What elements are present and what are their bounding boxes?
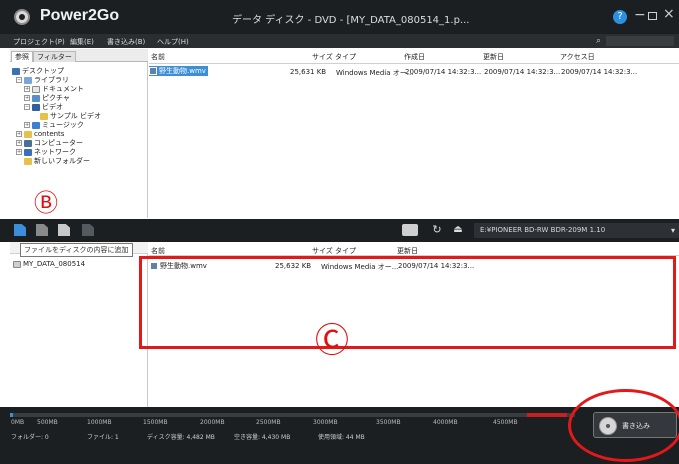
tree-node-music[interactable]: + ミュージック bbox=[24, 121, 84, 130]
tree-node-network[interactable]: + ネットワーク bbox=[16, 148, 76, 157]
add-to-disc-icon[interactable] bbox=[58, 224, 70, 236]
file-list-pane: 名前 サイズ タイプ 作成日 更新日 アクセス日 野生動物.wmv 25,631… bbox=[149, 49, 679, 218]
videos-icon bbox=[32, 103, 40, 111]
tree-node-new-folder[interactable]: 新しいフォルダー bbox=[24, 157, 90, 166]
disc-tree-pane: ファイルをディスクの内容に追加 MY_DATA_080514 bbox=[10, 242, 148, 407]
search-icon[interactable]: ⌕ bbox=[596, 36, 601, 46]
header-divider bbox=[149, 63, 679, 64]
tree-tabs: 参照 フィルター bbox=[10, 49, 148, 62]
collapse-icon[interactable]: − bbox=[16, 77, 22, 83]
annotation-c-label: Ⓒ bbox=[315, 321, 349, 361]
scale-label: 4500MB bbox=[493, 419, 518, 426]
disc-capacity: ディスク容量: 4,482 MB bbox=[147, 434, 215, 441]
column-header-created[interactable]: 作成日 bbox=[404, 52, 425, 62]
chevron-down-icon: ▾ bbox=[670, 226, 675, 235]
scale-label: 1000MB bbox=[87, 419, 112, 426]
search-input[interactable] bbox=[606, 36, 674, 46]
help-icon[interactable]: ? bbox=[613, 10, 627, 24]
expand-icon[interactable]: + bbox=[24, 86, 30, 92]
file-name-cell[interactable]: 野生動物.wmv bbox=[149, 66, 208, 76]
network-icon bbox=[24, 148, 32, 156]
menu-edit[interactable]: 編集(E) bbox=[70, 37, 94, 47]
tree-node-contents[interactable]: + contents bbox=[16, 130, 64, 139]
scale-label: 0MB bbox=[11, 419, 25, 426]
used-capacity: 使用領域: 44 MB bbox=[318, 434, 365, 441]
free-capacity: 空き容量: 4,430 MB bbox=[234, 434, 291, 441]
burn-button-highlight bbox=[568, 389, 679, 462]
library-icon bbox=[24, 76, 32, 84]
scale-label: 500MB bbox=[37, 419, 58, 426]
disc-volume-node[interactable]: MY_DATA_080514 bbox=[13, 260, 85, 269]
column-header-type[interactable]: タイプ bbox=[335, 52, 356, 62]
folder-count: フォルダー: 0 bbox=[11, 434, 49, 441]
expand-icon[interactable]: + bbox=[16, 131, 22, 137]
disc-options-icon[interactable] bbox=[402, 224, 418, 236]
maximize-icon[interactable] bbox=[648, 12, 657, 20]
pictures-icon bbox=[32, 94, 40, 102]
file-created-cell: 2009/07/14 14:32:3... bbox=[405, 68, 482, 76]
collapse-icon[interactable]: − bbox=[24, 104, 30, 110]
menu-burn[interactable]: 書き込み(B) bbox=[107, 37, 145, 47]
column-header-modified[interactable]: 更新日 bbox=[483, 52, 504, 62]
folder-icon bbox=[24, 157, 32, 165]
scale-label: 3500MB bbox=[376, 419, 401, 426]
add-folder-icon[interactable] bbox=[36, 224, 48, 236]
file-accessed-cell: 2009/07/14 14:32:3... bbox=[561, 68, 638, 76]
capacity-bar bbox=[10, 413, 575, 417]
tree-node-videos[interactable]: − ビデオ bbox=[24, 103, 63, 112]
tree-node-computer[interactable]: + コンピューター bbox=[16, 139, 83, 148]
add-file-tooltip: ファイルをディスクの内容に追加 bbox=[20, 243, 133, 257]
tree-node-library[interactable]: − ライブラリ bbox=[16, 76, 69, 85]
tree-node-desktop[interactable]: デスクトップ bbox=[12, 67, 64, 76]
folder-icon bbox=[40, 112, 48, 120]
tree-node-pictures[interactable]: + ピクチャ bbox=[24, 94, 70, 103]
disc-icon bbox=[13, 260, 21, 268]
tree-node-documents[interactable]: + ドキュメント bbox=[24, 85, 84, 94]
expand-icon[interactable]: + bbox=[16, 149, 22, 155]
remove-file-icon[interactable] bbox=[82, 224, 94, 236]
title-bar: Power2Go データ ディスク - DVD - [MY_DATA_08051… bbox=[0, 0, 679, 34]
scale-label: 2000MB bbox=[200, 419, 225, 426]
column-header-accessed[interactable]: アクセス日 bbox=[560, 52, 595, 62]
minimize-icon[interactable]: − bbox=[634, 7, 646, 23]
file-size-cell: 25,631 KB bbox=[290, 68, 327, 76]
refresh-icon[interactable]: ↻ bbox=[431, 224, 443, 236]
add-file-icon[interactable] bbox=[14, 224, 26, 236]
disc-drive-select[interactable]: E:¥PIONEER BD-RW BDR-209M 1.10 ▾ bbox=[474, 223, 679, 238]
menu-project[interactable]: プロジェクト(P) bbox=[13, 37, 65, 47]
music-icon bbox=[32, 121, 40, 129]
file-modified-cell: 2009/07/14 14:32:3... bbox=[484, 68, 561, 76]
video-file-icon bbox=[149, 67, 157, 75]
file-type-cell: Windows Media オー... bbox=[336, 69, 414, 77]
annotation-b-label: Ⓑ bbox=[34, 189, 58, 217]
tab-filter[interactable]: フィルター bbox=[33, 51, 76, 62]
column-header-size[interactable]: サイズ bbox=[312, 52, 333, 62]
capacity-overflow-zone bbox=[527, 413, 567, 417]
menu-bar: プロジェクト(P) 編集(E) 書き込み(B) ヘルプ(H) ⌕ bbox=[0, 34, 679, 48]
window-title: データ ディスク - DVD - [MY_DATA_080514_1.p... bbox=[232, 15, 470, 26]
scale-label: 3000MB bbox=[313, 419, 338, 426]
desktop-icon bbox=[12, 67, 20, 75]
scale-label: 4000MB bbox=[433, 419, 458, 426]
column-header-name[interactable]: 名前 bbox=[151, 52, 165, 62]
drop-area-highlight bbox=[139, 256, 676, 349]
app-name: Power2Go bbox=[40, 7, 120, 24]
computer-icon bbox=[24, 139, 32, 147]
expand-icon[interactable]: + bbox=[24, 95, 30, 101]
close-icon[interactable]: × bbox=[663, 6, 675, 22]
folder-icon bbox=[24, 130, 32, 138]
menu-help[interactable]: ヘルプ(H) bbox=[157, 37, 189, 47]
disc-toolbar: ↻ ⏏ E:¥PIONEER BD-RW BDR-209M 1.10 ▾ bbox=[0, 219, 679, 242]
scale-label: 1500MB bbox=[143, 419, 168, 426]
expand-icon[interactable]: + bbox=[16, 140, 22, 146]
expand-icon[interactable]: + bbox=[24, 122, 30, 128]
documents-icon bbox=[32, 85, 40, 93]
tree-node-sample-videos[interactable]: サンプル ビデオ bbox=[40, 112, 101, 121]
file-count: ファイル: 1 bbox=[87, 434, 119, 441]
eject-icon[interactable]: ⏏ bbox=[452, 224, 464, 236]
scale-label: 2500MB bbox=[256, 419, 281, 426]
power2go-logo-icon bbox=[14, 9, 30, 25]
capacity-used-fill bbox=[10, 413, 13, 417]
tab-browse[interactable]: 参照 bbox=[11, 51, 33, 62]
